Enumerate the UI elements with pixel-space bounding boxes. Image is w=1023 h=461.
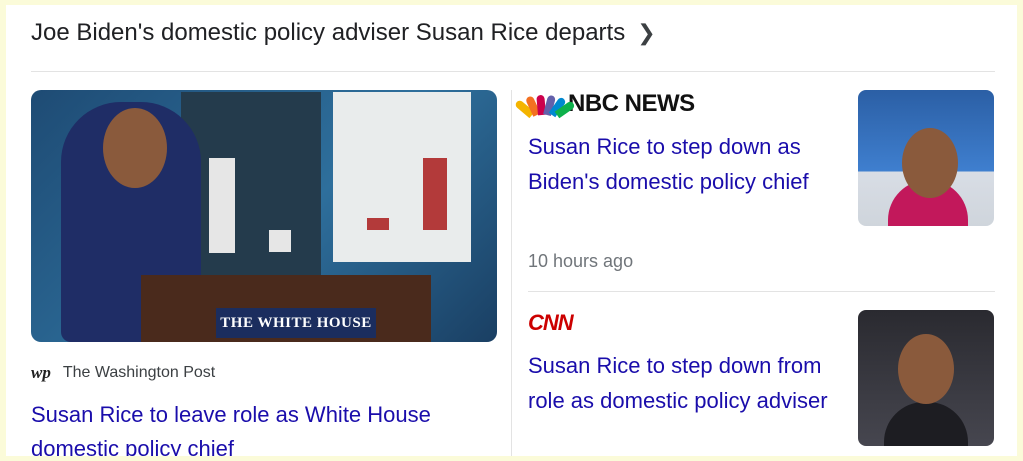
source-name: The Washington Post xyxy=(62,364,216,381)
main-story-title[interactable]: Susan Rice to leave role as White House … xyxy=(31,398,491,456)
side-story-title[interactable]: Susan Rice to step down from role as dom… xyxy=(528,348,828,418)
chevron-right-icon: ❯ xyxy=(637,20,656,45)
chart-bar xyxy=(423,158,447,230)
header-divider xyxy=(31,71,995,72)
podium-sign-text: THE WHITE HOUSE xyxy=(220,314,372,331)
podium-sign: THE WHITE HOUSE xyxy=(216,308,376,338)
main-story-image[interactable]: THE WHITE HOUSE xyxy=(31,90,497,342)
side-story-divider xyxy=(528,291,995,292)
side-story-thumbnail[interactable] xyxy=(858,310,994,446)
side-story-title[interactable]: Susan Rice to step down as Biden's domes… xyxy=(528,129,828,199)
side-story-time: 10 hours ago xyxy=(528,251,634,271)
chart-bar xyxy=(367,218,389,230)
chart-board-left xyxy=(181,92,321,282)
main-story-source: wp The Washington Post xyxy=(31,363,215,383)
topic-title: Joe Biden's domestic policy adviser Susa… xyxy=(31,19,626,46)
news-card: Joe Biden's domestic policy adviser Susa… xyxy=(6,5,1017,456)
column-divider xyxy=(511,90,512,456)
nbc-news-wordmark: NBC NEWS xyxy=(568,90,695,117)
nbc-news-logo: NBC NEWS xyxy=(514,90,695,119)
washington-post-logo: wp xyxy=(31,363,51,382)
cnn-logo: CNN xyxy=(528,310,574,335)
side-story-thumbnail[interactable] xyxy=(858,90,994,226)
chart-bar xyxy=(269,230,291,252)
speaker-face xyxy=(103,108,167,188)
topic-header[interactable]: Joe Biden's domestic policy adviser Susa… xyxy=(31,19,656,47)
chart-bar xyxy=(209,158,235,253)
peacock-icon xyxy=(514,93,576,119)
chart-board-right xyxy=(333,92,471,262)
